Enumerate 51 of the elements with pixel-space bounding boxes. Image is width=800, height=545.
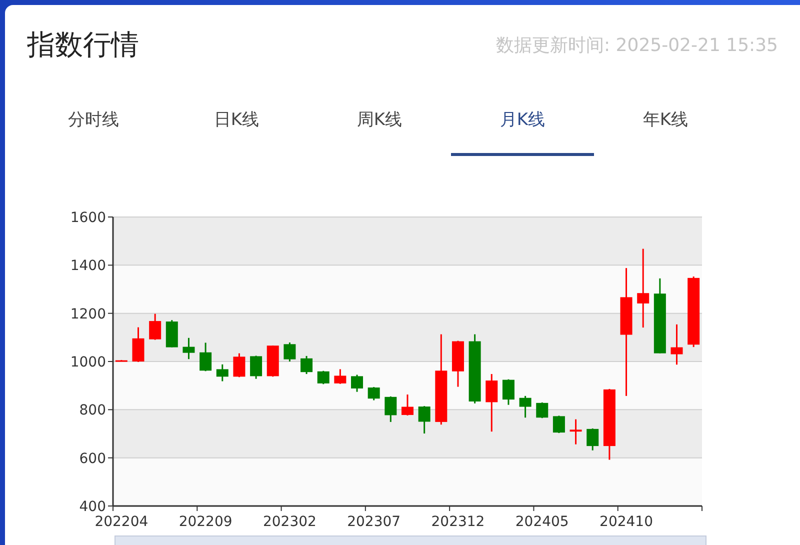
chart-tab[interactable]: 月K线 [451,85,594,156]
candle [468,334,481,404]
candle [586,428,599,450]
y-tick-label: 600 [79,450,106,467]
x-tick-label: 202312 [431,514,485,530]
candle [132,327,144,362]
candle [552,416,565,434]
chart-tab[interactable]: 分时线 [22,85,165,156]
candle [166,320,178,348]
y-tick-label: 400 [79,499,106,515]
chart-tab[interactable]: 日K线 [165,85,308,156]
x-tick-label: 202204 [94,514,148,530]
y-tick-label: 800 [79,402,106,419]
candle [266,346,279,377]
x-tick-label: 202410 [600,514,653,530]
candle [284,342,296,362]
candle [536,402,548,418]
candle [351,374,364,392]
y-tick-label: 1000 [70,354,106,370]
y-tick-label: 1600 [70,210,106,226]
candle [688,276,700,348]
candle [519,396,532,418]
candle [570,419,582,444]
candle [334,369,346,384]
candle [402,394,414,416]
x-tick-label: 202209 [178,514,232,530]
candle [368,387,380,400]
candle [250,356,262,379]
chart-tab[interactable]: 周K线 [308,85,451,156]
candle [300,356,313,374]
candle [486,374,498,432]
y-tick-label: 1400 [70,258,106,274]
candle [452,340,464,387]
candle [502,379,514,405]
chart-tab[interactable]: 年K线 [594,85,737,156]
candle [384,396,397,422]
page-title: 指数行情 [27,27,139,63]
x-tick-label: 202302 [262,514,316,530]
candle [603,388,616,460]
candle [418,406,430,434]
zoom-slider[interactable] [114,536,706,545]
candle [182,338,195,360]
candle [149,314,162,340]
update-time: 数据更新时间: 2025-02-21 15:35 [496,34,778,57]
candle [233,353,246,378]
x-tick-label: 202307 [347,514,401,530]
y-tick-label: 1200 [70,306,106,322]
candle [670,324,683,365]
candle [200,342,212,372]
x-tick-label: 202405 [515,514,569,530]
candle [216,364,228,382]
